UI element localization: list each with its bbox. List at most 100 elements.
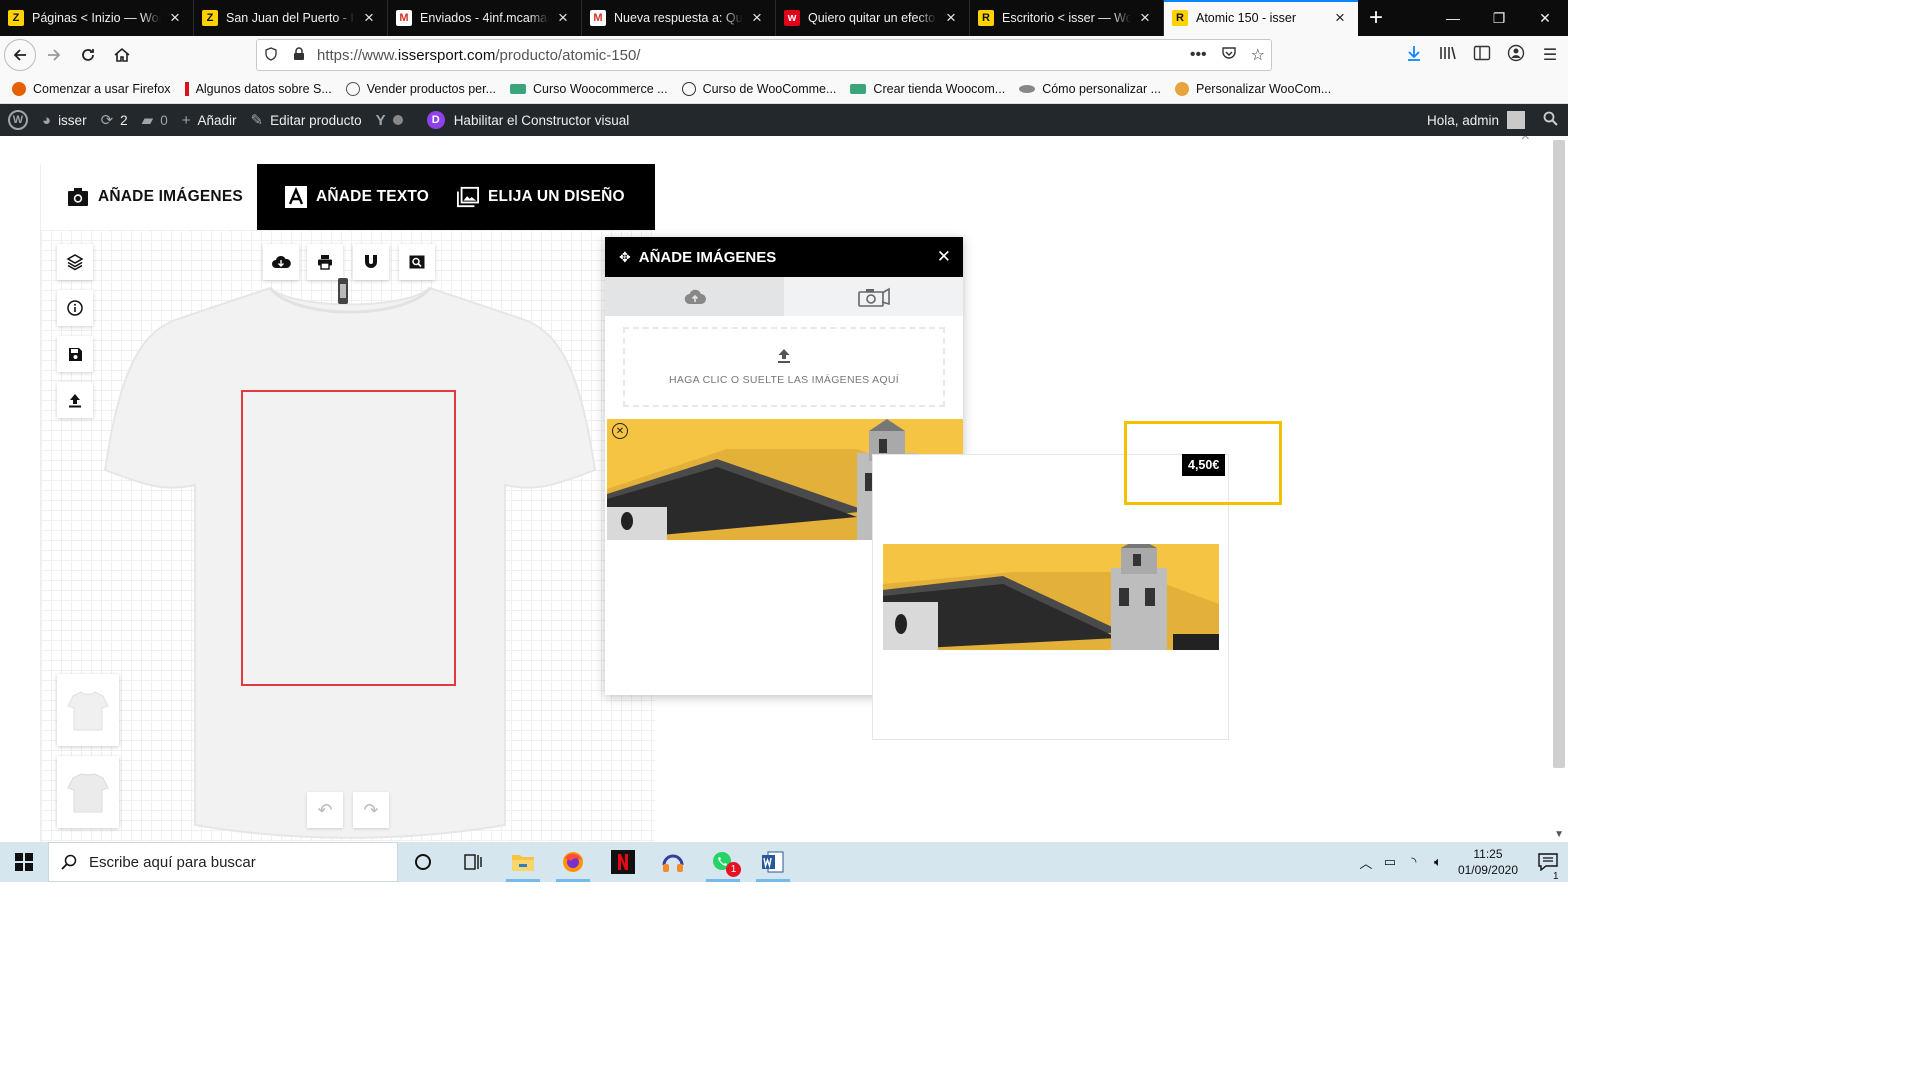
close-tab-icon[interactable]: × (1137, 8, 1153, 28)
chevron-up-icon[interactable]: ︿ (1354, 853, 1378, 872)
close-tab-icon[interactable]: × (1332, 8, 1348, 28)
sidebar-icon[interactable] (1470, 45, 1494, 66)
page-scrollbar[interactable]: ▼ (1550, 136, 1568, 842)
scrollbar-thumb[interactable] (1553, 140, 1565, 768)
wifi-icon[interactable]: ◝ (1402, 854, 1426, 870)
avatar[interactable] (1507, 111, 1525, 129)
wp-site-link[interactable]: ◕ isser (42, 112, 87, 129)
menu-icon[interactable]: ☰ (1538, 45, 1562, 65)
bookmark-item[interactable]: Algunos datos sobre S... (184, 81, 332, 96)
clock[interactable]: 11:25 01/09/2020 (1458, 846, 1518, 878)
upload-icon (69, 393, 81, 407)
remove-image-icon[interactable]: ✕ (612, 423, 628, 439)
undo-button[interactable]: ↶ (307, 792, 343, 828)
bookmark-star-icon[interactable]: ☆ (1251, 45, 1265, 65)
tab-add-text[interactable]: AÑADE TEXTO (257, 164, 447, 230)
browser-tab[interactable]: M Nueva respuesta a: Quie × (582, 0, 776, 36)
redo-button[interactable]: ↷ (353, 792, 389, 828)
image-dropzone[interactable]: HAGA CLIC O SUELTE LAS IMÁGENES AQUÍ (623, 327, 945, 407)
close-tab-icon[interactable]: × (555, 8, 571, 28)
search-icon[interactable] (1543, 111, 1558, 129)
lock-icon[interactable] (285, 46, 313, 64)
url-text[interactable]: https://www.issersport.com/producto/atom… (317, 47, 640, 64)
snap-button[interactable] (353, 244, 389, 280)
restore-icon[interactable]: ❐ (1476, 0, 1522, 36)
battery-icon[interactable]: ▭ (1378, 854, 1402, 870)
close-tab-icon[interactable]: × (943, 8, 959, 28)
modal-header[interactable]: ✥ AÑADE IMÁGENES ✕ (605, 237, 963, 277)
account-icon[interactable] (1504, 44, 1528, 67)
browser-tab[interactable]: M Enviados - 4inf.mcamacl × (388, 0, 582, 36)
wp-edit-product-link[interactable]: ✎ Editar producto (251, 111, 362, 129)
info-button[interactable] (57, 290, 93, 326)
wp-updates-link[interactable]: ⟳ 2 (101, 111, 128, 129)
shield-icon[interactable] (257, 46, 285, 64)
start-button[interactable] (0, 842, 48, 882)
print-button[interactable] (307, 244, 343, 280)
bookmark-item[interactable]: Comenzar a usar Firefox (12, 81, 171, 96)
page-actions-icon[interactable]: ••• (1190, 46, 1207, 64)
browser-tab[interactable]: R Escritorio < isser — Wor × (970, 0, 1164, 36)
url-bar[interactable]: https://www.issersport.com/producto/atom… (256, 39, 1272, 71)
word-button[interactable] (748, 842, 798, 882)
bookmark-item[interactable]: Cómo personalizar ... (1019, 82, 1161, 96)
cortana-button[interactable] (398, 842, 448, 882)
audio-app-button[interactable] (648, 842, 698, 882)
view-thumbnail-back[interactable] (57, 756, 119, 828)
chevron-down-icon[interactable]: ▼ (1554, 829, 1564, 840)
whatsapp-button[interactable]: 1 (698, 842, 748, 882)
firefox-button[interactable] (548, 842, 598, 882)
browser-tab[interactable]: Z Páginas < Inizio — Word × (0, 0, 194, 36)
bookmark-label: Comenzar a usar Firefox (33, 81, 171, 96)
bookmark-item[interactable]: Vender productos per... (345, 81, 496, 96)
save-button[interactable] (57, 336, 93, 372)
minimize-icon[interactable]: — (1430, 0, 1476, 36)
layers-button[interactable] (57, 244, 93, 280)
move-icon[interactable]: ✥ (619, 249, 631, 266)
cloud-save-button[interactable] (263, 244, 299, 280)
design-canvas[interactable]: ↶ ↷ (41, 230, 655, 842)
yoast-menu[interactable]: Y (376, 112, 403, 129)
back-button[interactable] (4, 39, 36, 71)
browser-tab-active[interactable]: R Atomic 150 - isser × (1164, 0, 1358, 36)
volume-icon[interactable]: 🔈︎ (1426, 854, 1450, 870)
forward-button[interactable] (38, 39, 70, 71)
new-tab-button[interactable]: + (1358, 0, 1394, 36)
wp-greeting[interactable]: Hola, admin (1427, 113, 1499, 128)
wp-comments-link[interactable]: ▰ 0 (142, 111, 168, 129)
bookmark-item[interactable]: Curso Woocommerce ... (510, 82, 668, 96)
zoom-button[interactable] (399, 244, 435, 280)
close-icon[interactable]: ✕ (937, 247, 951, 267)
view-thumbnail-front[interactable] (57, 674, 119, 746)
pocket-icon[interactable] (1221, 45, 1237, 66)
close-tab-icon[interactable]: × (361, 8, 377, 28)
tab-webcam[interactable] (784, 277, 963, 316)
close-tab-icon[interactable]: × (167, 8, 183, 28)
wp-add-new-link[interactable]: + Añadir (182, 112, 237, 129)
upload-button[interactable] (57, 382, 93, 418)
tab-choose-design[interactable]: ELIJA UN DISEÑO (447, 164, 625, 230)
browser-tab[interactable]: Z San Juan del Puerto - Ini × (194, 0, 388, 36)
reload-button[interactable] (72, 39, 104, 71)
library-icon[interactable] (1436, 45, 1460, 66)
home-button[interactable] (106, 39, 138, 71)
action-center-button[interactable]: 1 (1528, 853, 1568, 882)
taskbar-search[interactable]: Escribe aquí para buscar (48, 842, 398, 882)
tab-add-images[interactable]: AÑADE IMÁGENES (41, 164, 257, 230)
print-area[interactable] (241, 390, 456, 686)
bookmark-item[interactable]: Crear tienda Woocom... (850, 82, 1005, 96)
downloads-icon[interactable] (1402, 44, 1426, 67)
bookmark-item[interactable]: Curso de WooComme... (681, 81, 836, 96)
tab-upload[interactable] (605, 277, 784, 316)
close-window-icon[interactable]: ✕ (1522, 0, 1568, 36)
browser-tab[interactable]: w Quiero quitar un efecto × (776, 0, 970, 36)
bookmark-item[interactable]: Personalizar WooCom... (1175, 81, 1331, 96)
wordpress-logo-icon[interactable]: W (8, 110, 28, 130)
close-icon[interactable]: × (1521, 136, 1530, 146)
task-view-button[interactable] (448, 842, 498, 882)
divi-builder-link[interactable]: D Habilitar el Constructor visual (426, 111, 629, 129)
close-tab-icon[interactable]: × (749, 8, 765, 28)
file-explorer-button[interactable] (498, 842, 548, 882)
designer-tabs: AÑADE IMÁGENES AÑADE TEXTO ELIJA UN DISE… (41, 164, 655, 230)
netflix-button[interactable] (598, 842, 648, 882)
